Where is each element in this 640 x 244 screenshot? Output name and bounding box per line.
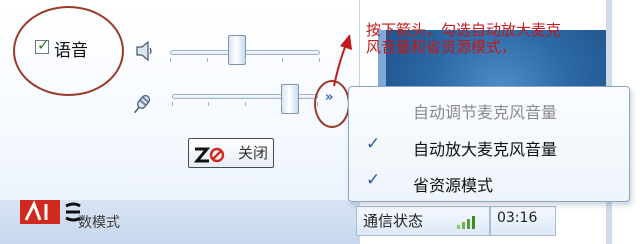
menu-item-resource-saving-mode[interactable]: 省资源模式 [413,172,493,196]
close-button-label: 关闭 [238,144,269,162]
menu-item-auto-adjust-mic[interactable]: 自动调节麦克风音量 [413,99,557,123]
annotation-ellipse-voice [13,6,124,96]
arrow-up-icon [333,34,352,87]
checkmark-icon: ✓ [366,134,381,154]
slider-tick [244,58,246,62]
speaker-icon[interactable] [135,40,153,62]
mic-volume-thumb[interactable] [280,84,299,114]
slider-tick [280,102,282,106]
slider-tick [319,58,320,62]
bottom-mode-text: 数模式 [78,215,120,231]
status-label: 通信状态 [363,212,424,230]
call-timer: 03:16 [497,210,538,226]
annotation-line-2: 风音量和省资源模式， [366,38,517,56]
menu-item-auto-amplify-mic[interactable]: 自动放大麦克风音量 [413,136,557,160]
slider-tick [207,58,209,62]
annotation-text: 按下箭头，勾选自动放大麦克 风音量和省资源模式， [366,22,616,56]
slider-tick [244,102,246,106]
annotation-line-1: 按下箭头，勾选自动放大麦克 [366,21,562,39]
slider-tick [172,102,173,106]
slider-tick [170,58,171,62]
checkmark-icon: ✓ [366,170,381,190]
stage: ✓ 语音 » 关闭 数模式 通信状态 03:16 自动调节麦克风音量 ✓ 自动放… [0,0,640,244]
speaker-volume-thumb[interactable] [228,35,247,65]
signal-bars-icon [457,216,475,229]
microphone-icon[interactable] [128,92,154,118]
slider-tick [281,58,283,62]
watermark-logo [20,200,81,224]
slider-tick [208,102,210,106]
watermark-logo-small [193,147,225,163]
